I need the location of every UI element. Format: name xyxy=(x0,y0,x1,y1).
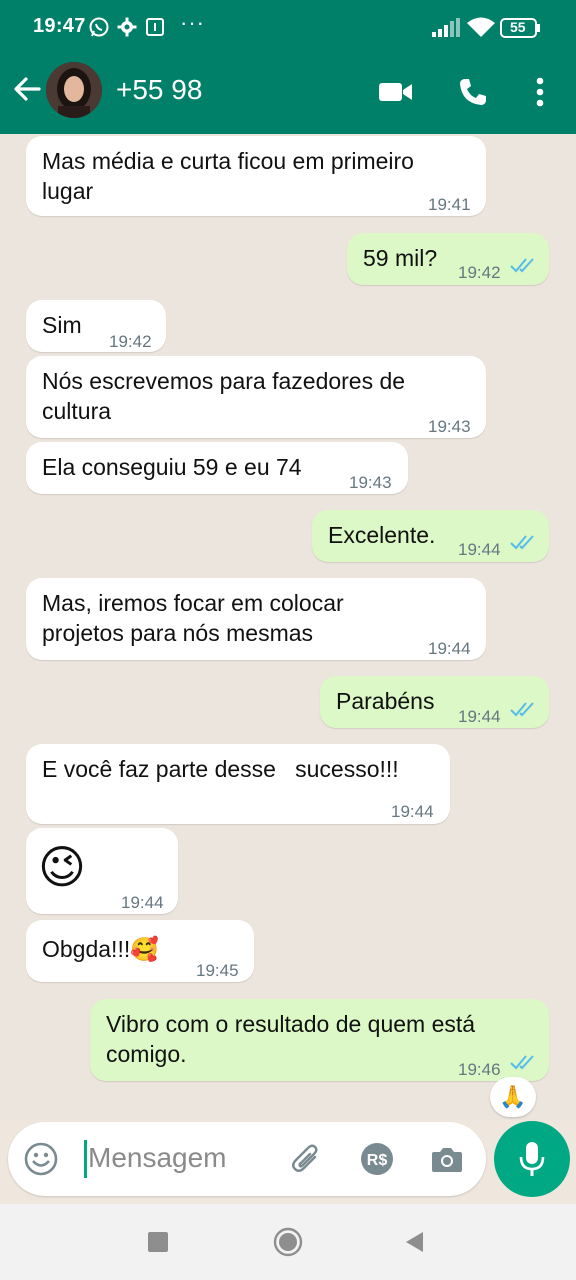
signal-icon xyxy=(432,18,460,37)
payment-icon[interactable]: R$ xyxy=(358,1140,396,1178)
message-input[interactable]: Mensagem xyxy=(88,1142,227,1174)
battery-level: 55 xyxy=(510,19,526,35)
message-incoming[interactable]: Nós escrevemos para fazedores de cultura… xyxy=(26,356,486,438)
attach-icon[interactable] xyxy=(288,1140,326,1178)
message-text: Ela conseguiu 59 e eu 74 xyxy=(42,454,302,480)
message-text: Excelente. xyxy=(328,522,436,548)
message-incoming[interactable]: E você faz parte desse sucesso!!! 19:44 xyxy=(26,744,450,824)
message-text: Vibro com o resultado de quem está comig… xyxy=(106,1011,476,1067)
message-incoming[interactable]: Mas, iremos focar em colocar projetos pa… xyxy=(26,578,486,660)
message-composer: Mensagem R$ xyxy=(8,1122,486,1196)
message-text: Parabéns xyxy=(336,688,435,714)
more-dots-icon: ··· xyxy=(180,10,205,35)
message-incoming[interactable]: Sim 19:42 xyxy=(26,300,166,352)
home-circle-icon[interactable] xyxy=(272,1226,304,1258)
whatsapp-icon xyxy=(89,17,109,37)
message-text: Mas, iremos focar em colocar projetos pa… xyxy=(42,590,344,646)
camera-icon[interactable] xyxy=(428,1140,466,1178)
mic-button[interactable] xyxy=(494,1121,570,1197)
folded-hands-emoji: 🙏 xyxy=(499,1084,527,1109)
message-reaction[interactable]: 🙏 xyxy=(490,1077,536,1117)
phone-icon[interactable] xyxy=(453,72,493,112)
message-time: 19:43 xyxy=(349,473,392,492)
read-ticks-icon xyxy=(510,258,534,273)
message-incoming[interactable]: 😉 19:44 xyxy=(26,828,178,914)
back-arrow-icon[interactable] xyxy=(12,74,42,104)
message-outgoing[interactable]: Vibro com o resultado de quem está comig… xyxy=(90,999,549,1081)
message-text: 59 mil? xyxy=(363,245,438,271)
message-time: 19:43 xyxy=(428,417,471,436)
contact-name[interactable]: +55 98 xyxy=(116,74,202,106)
back-triangle-icon[interactable] xyxy=(398,1226,430,1258)
message-incoming[interactable]: Obgda!!!🥰 19:45 xyxy=(26,920,254,982)
message-incoming[interactable]: Ela conseguiu 59 e eu 74 19:43 xyxy=(26,442,408,494)
message-time: 19:42 xyxy=(458,263,501,282)
avatar[interactable] xyxy=(46,62,102,118)
message-outgoing[interactable]: Excelente. 19:44 xyxy=(312,510,549,562)
mic-icon xyxy=(519,1142,545,1176)
recents-square-icon[interactable] xyxy=(142,1226,174,1258)
system-nav-bar xyxy=(0,1204,576,1280)
text-caret xyxy=(84,1140,87,1178)
message-time: 19:44 xyxy=(428,639,471,658)
chat-header: +55 98 xyxy=(0,54,576,134)
notification-box-icon xyxy=(146,18,164,36)
message-time: 19:44 xyxy=(391,802,434,821)
message-outgoing[interactable]: 59 mil? 19:42 xyxy=(347,233,549,285)
emoji-icon[interactable] xyxy=(22,1140,60,1178)
wifi-icon xyxy=(467,17,495,37)
video-call-icon[interactable] xyxy=(376,72,416,112)
status-bar: 19:47 ··· 55 xyxy=(0,0,576,54)
message-time: 19:44 xyxy=(121,893,164,912)
message-text: Sim xyxy=(42,312,82,338)
message-incoming[interactable]: Mas média e curta ficou em primeiro luga… xyxy=(26,136,486,216)
avatar-photo xyxy=(46,62,102,118)
message-outgoing[interactable]: Parabéns 19:44 xyxy=(320,676,549,728)
message-time: 19:44 xyxy=(458,540,501,559)
message-text: E você faz parte desse sucesso!!! xyxy=(42,756,399,782)
message-time: 19:45 xyxy=(196,961,239,980)
message-text: Mas média e curta ficou em primeiro luga… xyxy=(42,148,414,204)
svg-text:R$: R$ xyxy=(367,1152,388,1169)
message-time: 19:41 xyxy=(428,195,471,214)
read-ticks-icon xyxy=(510,535,534,550)
chat-area[interactable]: Mas média e curta ficou em primeiro luga… xyxy=(0,134,576,1120)
read-ticks-icon xyxy=(510,702,534,717)
message-text: Obgda!!!🥰 xyxy=(42,936,159,962)
read-ticks-icon xyxy=(510,1055,534,1070)
message-time: 19:42 xyxy=(109,332,152,351)
status-time: 19:47 xyxy=(33,15,86,37)
more-vert-icon[interactable] xyxy=(520,72,560,112)
message-time: 19:46 xyxy=(458,1060,501,1079)
message-emoji: 😉 xyxy=(38,841,86,893)
message-time: 19:44 xyxy=(458,707,501,726)
gear-icon xyxy=(117,17,137,37)
message-text: Nós escrevemos para fazedores de cultura xyxy=(42,368,406,424)
